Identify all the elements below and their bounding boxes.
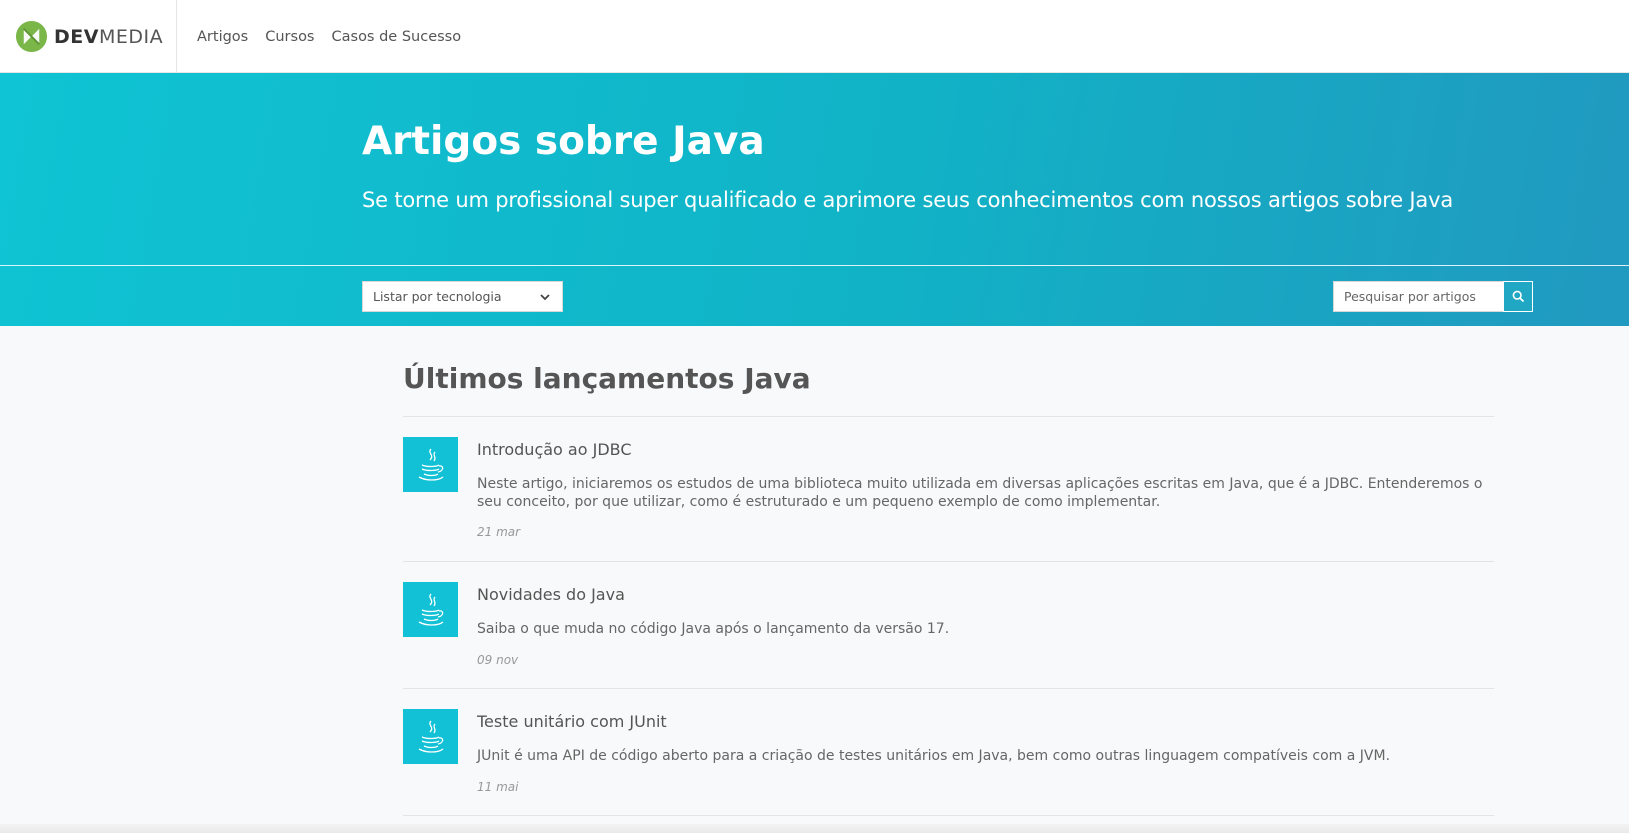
logo-dev-text: DEV xyxy=(54,25,99,48)
java-cup-icon xyxy=(418,448,443,481)
page-title: Artigos sobre Java xyxy=(362,119,765,164)
technology-select-label: Listar por tecnologia xyxy=(373,289,502,304)
top-navbar: DEVMEDIA Artigos Cursos Casos de Sucesso xyxy=(0,0,1629,73)
article-description: Saiba o que muda no código Java após o l… xyxy=(477,621,950,637)
article-description: JUnit é uma API de código aberto para a … xyxy=(477,748,1391,764)
nav-link-casos-de-sucesso[interactable]: Casos de Sucesso xyxy=(332,29,462,45)
divider xyxy=(403,815,1494,816)
article-thumbnail[interactable] xyxy=(403,709,458,764)
divider xyxy=(403,688,1494,689)
article-item[interactable]: Introdução ao JDBC Neste artigo, iniciar… xyxy=(403,437,1494,557)
search-button[interactable] xyxy=(1503,281,1533,312)
article-item[interactable]: Teste unitário com JUnit JUnit é uma API… xyxy=(403,709,1494,799)
main-nav: Artigos Cursos Casos de Sucesso xyxy=(197,0,461,73)
article-date: 09 nov xyxy=(477,653,519,667)
chevron-down-icon xyxy=(540,293,550,300)
logo-wordmark: DEVMEDIA xyxy=(54,26,163,48)
section-title: Últimos lançamentos Java xyxy=(403,362,811,395)
article-thumbnail[interactable] xyxy=(403,437,458,492)
logo-media-text: MEDIA xyxy=(98,25,164,48)
page-subtitle: Se torne um profissional super qualifica… xyxy=(362,188,1453,212)
nav-link-artigos[interactable]: Artigos xyxy=(197,29,248,45)
page-bottom-edge xyxy=(0,824,1629,833)
technology-select[interactable]: Listar por tecnologia xyxy=(362,281,563,312)
article-title[interactable]: Introdução ao JDBC xyxy=(477,440,632,459)
article-date: 11 mai xyxy=(477,780,519,794)
article-title[interactable]: Novidades do Java xyxy=(477,585,625,604)
article-description: Neste artigo, iniciaremos os estudos de … xyxy=(477,476,1483,510)
article-date: 21 mar xyxy=(477,525,521,539)
hero-divider xyxy=(0,265,1629,266)
java-cup-icon xyxy=(418,720,443,753)
divider xyxy=(403,561,1494,562)
devmedia-logo-icon xyxy=(15,20,48,53)
java-cup-icon xyxy=(418,593,443,626)
search-box xyxy=(1333,281,1533,312)
nav-link-cursos[interactable]: Cursos xyxy=(265,29,314,45)
devmedia-logo[interactable]: DEVMEDIA xyxy=(0,0,177,73)
search-input[interactable] xyxy=(1333,281,1503,312)
search-icon xyxy=(1512,290,1524,303)
article-item[interactable]: Novidades do Java Saiba o que muda no có… xyxy=(403,582,1494,672)
article-thumbnail[interactable] xyxy=(403,582,458,637)
hero-banner: Artigos sobre Java Se torne um profissio… xyxy=(0,73,1629,326)
article-title[interactable]: Teste unitário com JUnit xyxy=(477,712,667,731)
divider xyxy=(403,416,1494,417)
